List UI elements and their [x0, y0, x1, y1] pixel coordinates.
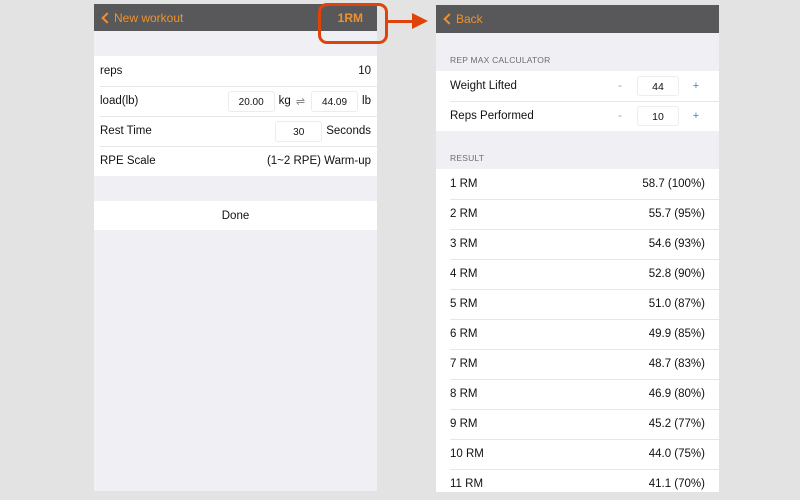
result-rm-label: 8 RM — [450, 388, 478, 400]
chevron-left-icon — [443, 13, 455, 25]
result-rm-value: 58.7 (100%) — [642, 178, 705, 190]
result-row: 11 RM 41.1 (70%) — [436, 469, 719, 492]
rest-time-label: Rest Time — [100, 125, 152, 137]
reps-input[interactable]: 10 — [637, 106, 679, 126]
weight-input[interactable]: 44 — [637, 76, 679, 96]
result-row: 3 RM 54.6 (93%) — [436, 229, 719, 259]
back-button-label: New workout — [114, 10, 184, 25]
result-row: 9 RM 45.2 (77%) — [436, 409, 719, 439]
result-rm-value: 44.0 (75%) — [648, 448, 705, 460]
highlight-annotation — [318, 3, 388, 44]
rest-time-row: Rest Time 30 Seconds — [94, 116, 377, 146]
section-header-calculator: REP MAX CALCULATOR — [450, 55, 551, 65]
result-rm-label: 5 RM — [450, 298, 478, 310]
result-rm-value: 52.8 (90%) — [648, 268, 705, 280]
rpe-scale-value[interactable]: (1~2 RPE) Warm-up — [267, 155, 371, 167]
weight-lifted-label: Weight Lifted — [450, 80, 517, 92]
result-rm-value: 46.9 (80%) — [648, 388, 705, 400]
rep-max-calculator-screen: Back REP MAX CALCULATOR Weight Lifted - … — [436, 5, 719, 492]
result-row: 6 RM 49.9 (85%) — [436, 319, 719, 349]
result-rm-value: 41.1 (70%) — [648, 478, 705, 490]
result-rm-value: 55.7 (95%) — [648, 208, 705, 220]
reps-label: reps — [100, 65, 123, 77]
rest-time-input[interactable]: 30 — [275, 120, 323, 142]
load-row: load(lb) 20.00 kg ⇌ 44.09 lb — [94, 86, 377, 116]
result-rm-label: 1 RM — [450, 178, 478, 190]
result-rm-label: 3 RM — [450, 238, 478, 250]
result-row: 2 RM 55.7 (95%) — [436, 199, 719, 229]
section-header-result: RESULT — [450, 153, 485, 163]
result-rm-label: 9 RM — [450, 418, 478, 430]
arrow-shaft — [388, 20, 414, 23]
result-row: 7 RM 48.7 (83%) — [436, 349, 719, 379]
weight-increment-button[interactable]: + — [687, 80, 705, 92]
result-row: 5 RM 51.0 (87%) — [436, 289, 719, 319]
weight-stepper: - 44 + — [611, 76, 705, 96]
done-button[interactable]: Done — [94, 201, 377, 230]
result-rm-value: 54.6 (93%) — [648, 238, 705, 250]
rpe-scale-row[interactable]: RPE Scale (1~2 RPE) Warm-up — [94, 146, 377, 176]
reps-performed-label: Reps Performed — [450, 110, 534, 122]
result-rm-label: 6 RM — [450, 328, 478, 340]
result-rm-value: 49.9 (85%) — [648, 328, 705, 340]
result-rm-value: 45.2 (77%) — [648, 418, 705, 430]
result-rm-label: 7 RM — [450, 358, 478, 370]
kg-input[interactable]: 20.00 — [227, 90, 275, 112]
reps-stepper: - 10 + — [611, 106, 705, 126]
result-row: 4 RM 52.8 (90%) — [436, 259, 719, 289]
result-row: 1 RM 58.7 (100%) — [436, 169, 719, 199]
reps-performed-row: Reps Performed - 10 + — [436, 101, 719, 131]
navigation-bar: Back — [436, 5, 719, 33]
back-button-label: Back — [456, 12, 483, 26]
back-button[interactable]: Back — [436, 12, 483, 26]
weight-decrement-button[interactable]: - — [611, 80, 629, 92]
result-row: 10 RM 44.0 (75%) — [436, 439, 719, 469]
calculator-group: Weight Lifted - 44 + Reps Performed - 10… — [436, 71, 719, 131]
swap-units-icon[interactable]: ⇌ — [296, 95, 305, 108]
result-rm-label: 2 RM — [450, 208, 478, 220]
done-group: Done — [94, 201, 377, 230]
reps-row[interactable]: reps 10 — [94, 56, 377, 86]
result-rm-value: 51.0 (87%) — [648, 298, 705, 310]
result-rm-label: 4 RM — [450, 268, 478, 280]
seconds-unit-label: Seconds — [326, 125, 371, 137]
reps-increment-button[interactable]: + — [687, 110, 705, 122]
lb-input[interactable]: 44.09 — [311, 90, 359, 112]
reps-value[interactable]: 10 — [358, 65, 371, 77]
result-rm-label: 11 RM — [450, 478, 484, 490]
result-rm-value: 48.7 (83%) — [648, 358, 705, 370]
kg-unit-label: kg — [278, 95, 291, 107]
lb-unit-label: lb — [362, 95, 371, 107]
arrow-right-icon — [412, 13, 428, 29]
result-row: 8 RM 46.9 (80%) — [436, 379, 719, 409]
result-list: 1 RM 58.7 (100%) 2 RM 55.7 (95%) 3 RM 54.6 (9… — [436, 169, 719, 492]
weight-lifted-row: Weight Lifted - 44 + — [436, 71, 719, 101]
chevron-left-icon — [101, 11, 113, 24]
result-rm-label: 10 RM — [450, 448, 484, 460]
back-button[interactable]: New workout — [94, 11, 183, 25]
rpe-scale-label: RPE Scale — [100, 155, 156, 167]
reps-decrement-button[interactable]: - — [611, 110, 629, 122]
workout-settings-group: reps 10 load(lb) 20.00 kg ⇌ 44.09 lb Res… — [94, 56, 377, 176]
load-label: load(lb) — [100, 95, 139, 107]
new-workout-screen: New workout 1RM reps 10 load(lb) 20.00 k… — [94, 4, 377, 491]
